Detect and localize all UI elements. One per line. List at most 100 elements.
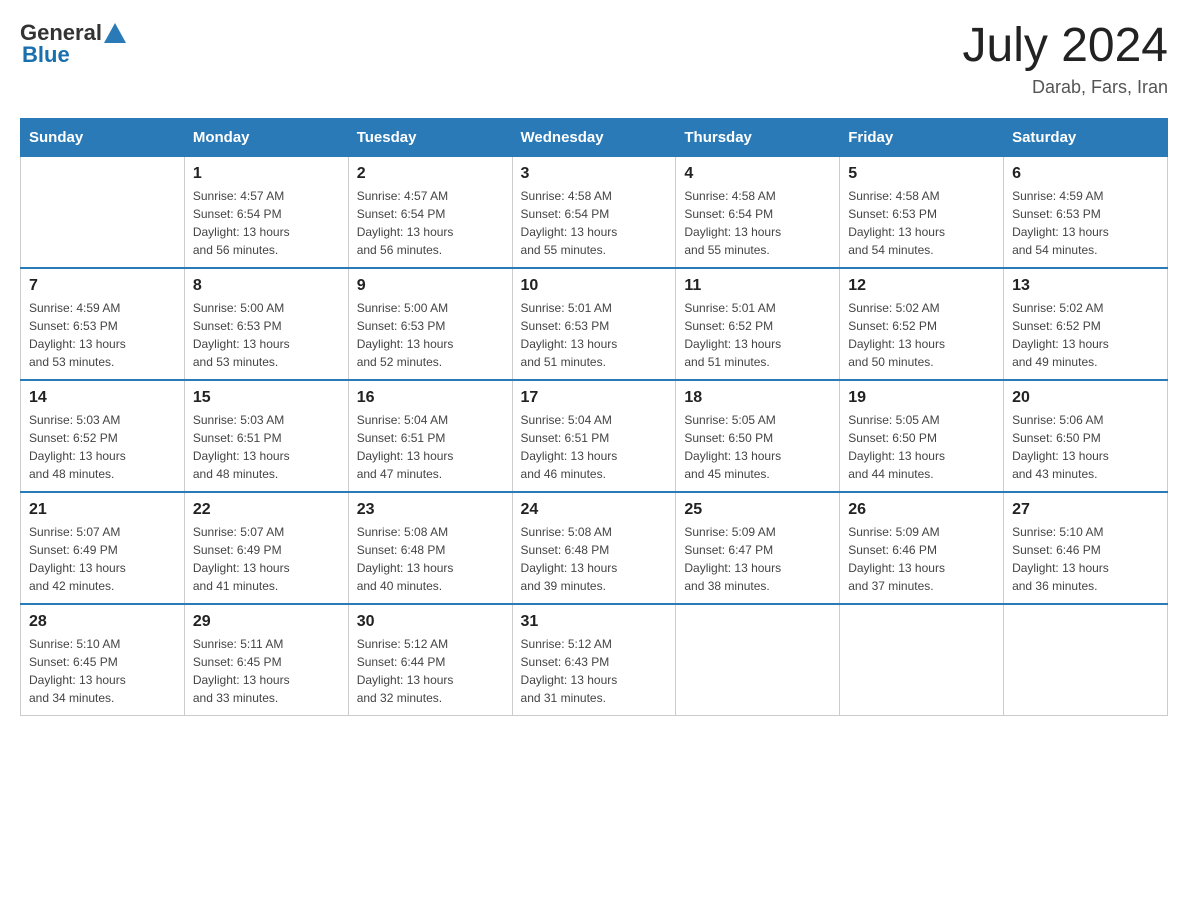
calendar-cell: 22 Sunrise: 5:07 AM Sunset: 6:49 PM Dayli… — [184, 492, 348, 604]
calendar-cell: 27 Sunrise: 5:10 AM Sunset: 6:46 PM Dayli… — [1004, 492, 1168, 604]
calendar-week-row: 1 Sunrise: 4:57 AM Sunset: 6:54 PM Daylig… — [21, 156, 1168, 268]
calendar-cell: 28 Sunrise: 5:10 AM Sunset: 6:45 PM Dayli… — [21, 604, 185, 716]
day-number: 24 — [521, 501, 668, 519]
header-cell-thursday: Thursday — [676, 118, 840, 156]
calendar-cell: 31 Sunrise: 5:12 AM Sunset: 6:43 PM Dayli… — [512, 604, 676, 716]
day-info: Sunrise: 5:05 AM Sunset: 6:50 PM Dayligh… — [684, 411, 831, 483]
day-info: Sunrise: 5:05 AM Sunset: 6:50 PM Dayligh… — [848, 411, 995, 483]
title-block: July 2024 Darab, Fars, Iran — [963, 20, 1168, 98]
day-number: 7 — [29, 277, 176, 295]
day-number: 26 — [848, 501, 995, 519]
day-number: 27 — [1012, 501, 1159, 519]
day-number: 4 — [684, 165, 831, 183]
day-number: 21 — [29, 501, 176, 519]
day-info: Sunrise: 5:08 AM Sunset: 6:48 PM Dayligh… — [521, 523, 668, 595]
calendar-cell: 5 Sunrise: 4:58 AM Sunset: 6:53 PM Daylig… — [840, 156, 1004, 268]
calendar-cell: 7 Sunrise: 4:59 AM Sunset: 6:53 PM Daylig… — [21, 268, 185, 380]
logo: General Blue — [20, 20, 126, 68]
day-number: 22 — [193, 501, 340, 519]
day-number: 1 — [193, 165, 340, 183]
day-info: Sunrise: 5:01 AM Sunset: 6:52 PM Dayligh… — [684, 299, 831, 371]
day-number: 31 — [521, 613, 668, 631]
day-number: 15 — [193, 389, 340, 407]
calendar-cell: 23 Sunrise: 5:08 AM Sunset: 6:48 PM Dayli… — [348, 492, 512, 604]
day-number: 17 — [521, 389, 668, 407]
day-number: 13 — [1012, 277, 1159, 295]
page-header: General Blue July 2024 Darab, Fars, Iran — [20, 20, 1168, 98]
calendar-cell: 6Sunrise: 4:59 AM Sunset: 6:53 PM Daylig… — [1004, 156, 1168, 268]
day-number: 12 — [848, 277, 995, 295]
calendar-cell: 4 Sunrise: 4:58 AM Sunset: 6:54 PM Daylig… — [676, 156, 840, 268]
day-number: 25 — [684, 501, 831, 519]
calendar-cell: 15 Sunrise: 5:03 AM Sunset: 6:51 PM Dayli… — [184, 380, 348, 492]
day-info: Sunrise: 4:57 AM Sunset: 6:54 PM Dayligh… — [357, 187, 504, 259]
day-number: 28 — [29, 613, 176, 631]
header-cell-friday: Friday — [840, 118, 1004, 156]
day-info: Sunrise: 5:04 AM Sunset: 6:51 PM Dayligh… — [521, 411, 668, 483]
day-info: Sunrise: 5:10 AM Sunset: 6:45 PM Dayligh… — [29, 635, 176, 707]
day-info: Sunrise: 5:01 AM Sunset: 6:53 PM Dayligh… — [521, 299, 668, 371]
day-number: 3 — [521, 165, 668, 183]
day-info: Sunrise: 5:11 AM Sunset: 6:45 PM Dayligh… — [193, 635, 340, 707]
calendar-week-row: 7 Sunrise: 4:59 AM Sunset: 6:53 PM Daylig… — [21, 268, 1168, 380]
day-info: Sunrise: 5:12 AM Sunset: 6:43 PM Dayligh… — [521, 635, 668, 707]
calendar-cell: 16Sunrise: 5:04 AM Sunset: 6:51 PM Dayli… — [348, 380, 512, 492]
day-number: 11 — [684, 277, 831, 295]
day-info: Sunrise: 5:03 AM Sunset: 6:52 PM Dayligh… — [29, 411, 176, 483]
calendar-week-row: 21 Sunrise: 5:07 AM Sunset: 6:49 PM Dayli… — [21, 492, 1168, 604]
day-info: Sunrise: 5:04 AM Sunset: 6:51 PM Dayligh… — [357, 411, 504, 483]
day-number: 10 — [521, 277, 668, 295]
calendar-cell: 20Sunrise: 5:06 AM Sunset: 6:50 PM Dayli… — [1004, 380, 1168, 492]
calendar-cell: 17 Sunrise: 5:04 AM Sunset: 6:51 PM Dayli… — [512, 380, 676, 492]
calendar-cell: 26 Sunrise: 5:09 AM Sunset: 6:46 PM Dayli… — [840, 492, 1004, 604]
day-info: Sunrise: 5:03 AM Sunset: 6:51 PM Dayligh… — [193, 411, 340, 483]
day-info: Sunrise: 5:08 AM Sunset: 6:48 PM Dayligh… — [357, 523, 504, 595]
calendar-cell: 25 Sunrise: 5:09 AM Sunset: 6:47 PM Dayli… — [676, 492, 840, 604]
calendar-cell: 12 Sunrise: 5:02 AM Sunset: 6:52 PM Dayli… — [840, 268, 1004, 380]
day-info: Sunrise: 5:07 AM Sunset: 6:49 PM Dayligh… — [193, 523, 340, 595]
day-number: 23 — [357, 501, 504, 519]
logo-text-blue: Blue — [22, 42, 70, 68]
month-year-title: July 2024 — [963, 20, 1168, 73]
day-number: 29 — [193, 613, 340, 631]
day-number: 14 — [29, 389, 176, 407]
day-info: Sunrise: 4:59 AM Sunset: 6:53 PM Dayligh… — [1012, 187, 1159, 259]
location-subtitle: Darab, Fars, Iran — [963, 77, 1168, 98]
calendar-cell: 29 Sunrise: 5:11 AM Sunset: 6:45 PM Dayli… — [184, 604, 348, 716]
day-info: Sunrise: 5:00 AM Sunset: 6:53 PM Dayligh… — [357, 299, 504, 371]
calendar-week-row: 14 Sunrise: 5:03 AM Sunset: 6:52 PM Dayli… — [21, 380, 1168, 492]
calendar-cell — [840, 604, 1004, 716]
calendar-cell: 30 Sunrise: 5:12 AM Sunset: 6:44 PM Dayli… — [348, 604, 512, 716]
day-number: 2 — [357, 165, 504, 183]
day-number: 30 — [357, 613, 504, 631]
calendar-table: SundayMondayTuesdayWednesdayThursdayFrid… — [20, 118, 1168, 716]
calendar-cell: 9 Sunrise: 5:00 AM Sunset: 6:53 PM Daylig… — [348, 268, 512, 380]
day-number: 9 — [357, 277, 504, 295]
day-info: Sunrise: 5:09 AM Sunset: 6:47 PM Dayligh… — [684, 523, 831, 595]
calendar-cell — [21, 156, 185, 268]
calendar-cell: 21Sunrise: 5:07 AM Sunset: 6:49 PM Dayli… — [21, 492, 185, 604]
day-number: 5 — [848, 165, 995, 183]
day-info: Sunrise: 5:10 AM Sunset: 6:46 PM Dayligh… — [1012, 523, 1159, 595]
calendar-header-row: SundayMondayTuesdayWednesdayThursdayFrid… — [21, 118, 1168, 156]
calendar-cell: 1 Sunrise: 4:57 AM Sunset: 6:54 PM Daylig… — [184, 156, 348, 268]
day-info: Sunrise: 5:12 AM Sunset: 6:44 PM Dayligh… — [357, 635, 504, 707]
day-info: Sunrise: 4:58 AM Sunset: 6:54 PM Dayligh… — [521, 187, 668, 259]
calendar-cell — [1004, 604, 1168, 716]
day-info: Sunrise: 4:58 AM Sunset: 6:54 PM Dayligh… — [684, 187, 831, 259]
calendar-cell: 24 Sunrise: 5:08 AM Sunset: 6:48 PM Dayli… — [512, 492, 676, 604]
header-cell-sunday: Sunday — [21, 118, 185, 156]
calendar-cell: 8Sunrise: 5:00 AM Sunset: 6:53 PM Daylig… — [184, 268, 348, 380]
calendar-cell: 2 Sunrise: 4:57 AM Sunset: 6:54 PM Daylig… — [348, 156, 512, 268]
calendar-cell: 3 Sunrise: 4:58 AM Sunset: 6:54 PM Daylig… — [512, 156, 676, 268]
day-info: Sunrise: 4:59 AM Sunset: 6:53 PM Dayligh… — [29, 299, 176, 371]
header-cell-monday: Monday — [184, 118, 348, 156]
day-info: Sunrise: 5:09 AM Sunset: 6:46 PM Dayligh… — [848, 523, 995, 595]
calendar-cell: 19Sunrise: 5:05 AM Sunset: 6:50 PM Dayli… — [840, 380, 1004, 492]
day-info: Sunrise: 4:57 AM Sunset: 6:54 PM Dayligh… — [193, 187, 340, 259]
day-info: Sunrise: 5:02 AM Sunset: 6:52 PM Dayligh… — [1012, 299, 1159, 371]
calendar-cell: 11 Sunrise: 5:01 AM Sunset: 6:52 PM Dayli… — [676, 268, 840, 380]
day-info: Sunrise: 4:58 AM Sunset: 6:53 PM Dayligh… — [848, 187, 995, 259]
day-info: Sunrise: 5:02 AM Sunset: 6:52 PM Dayligh… — [848, 299, 995, 371]
logo-triangle-icon — [104, 21, 126, 43]
